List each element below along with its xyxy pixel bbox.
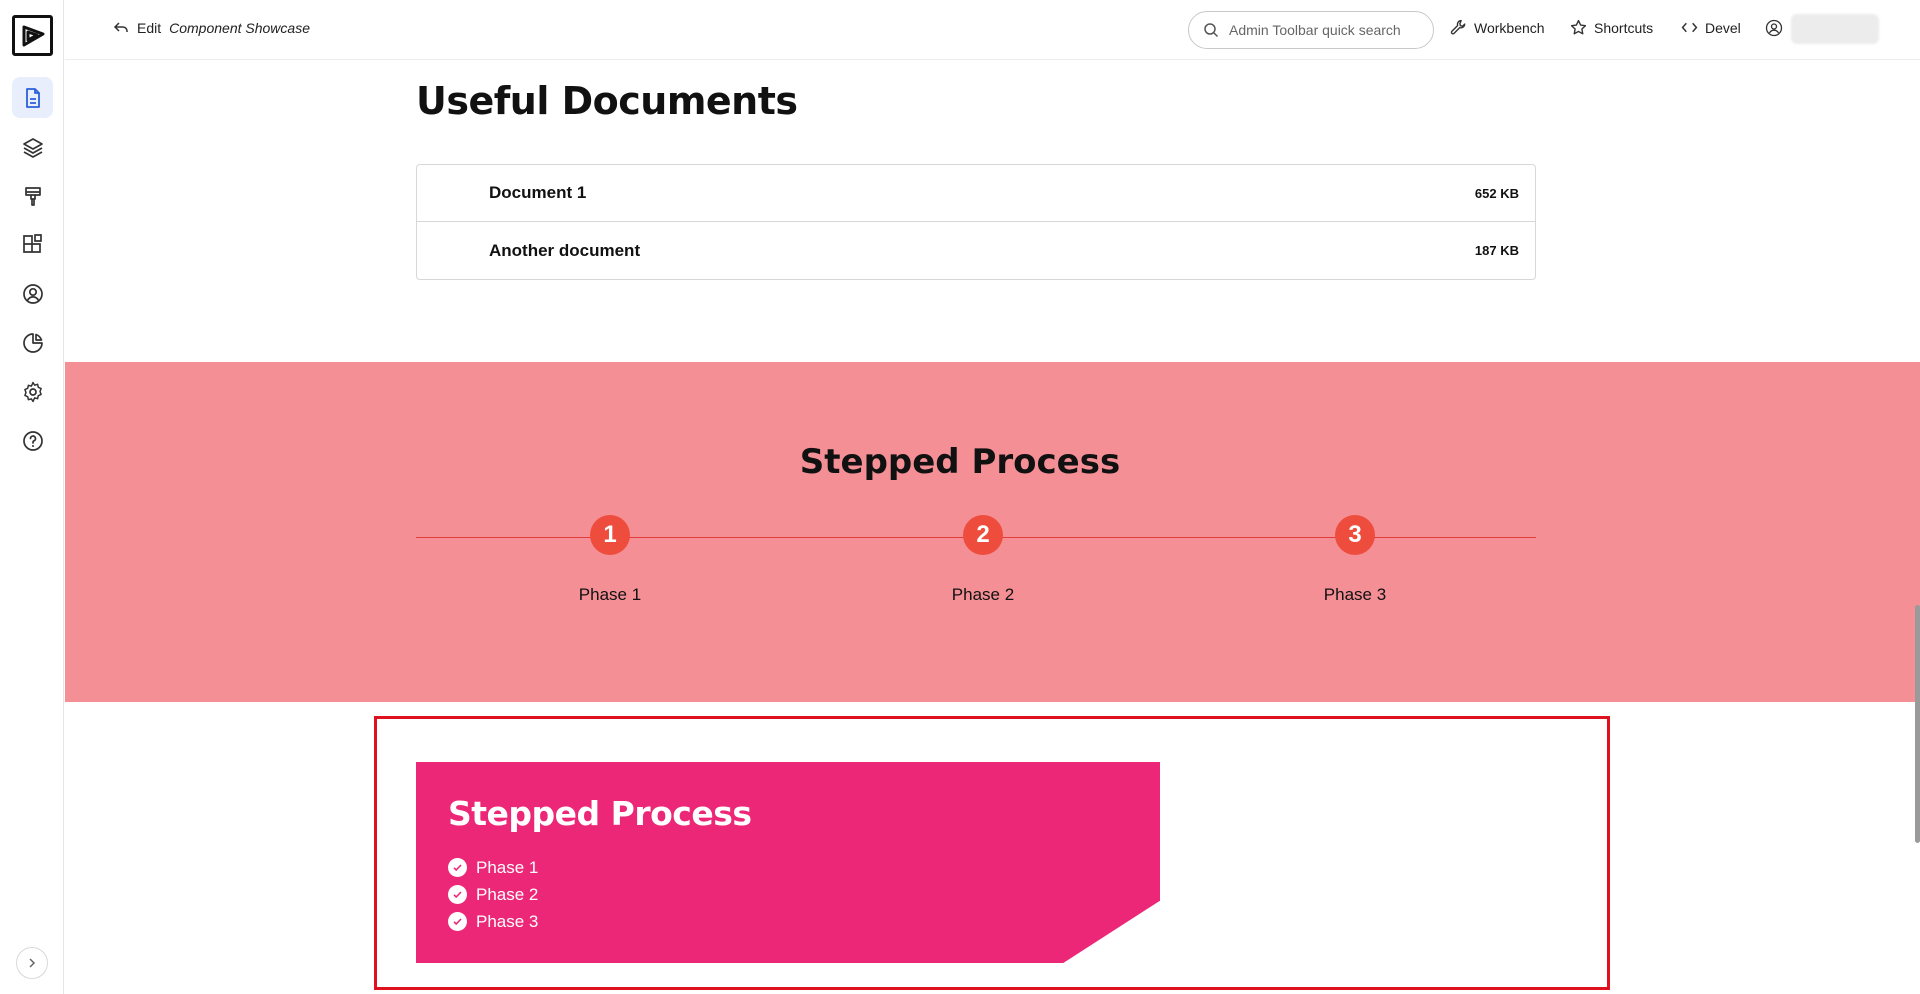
blocks-icon [22,233,42,253]
list-item: Phase 2 [448,881,538,908]
help-icon [22,430,43,451]
workbench-label: Workbench [1474,19,1545,36]
list-item-label: Phase 1 [476,857,539,877]
step-number: 3 [1335,515,1375,555]
sidebar-item-appearance[interactable] [12,175,53,216]
sidebar-item-reports[interactable] [12,322,53,363]
document-size: 187 KB [1474,243,1519,258]
page-content: Useful Documents Document 1 652 KB Anoth… [65,61,1920,994]
document-name[interactable]: Document 1 [489,183,586,203]
search-input[interactable] [1229,22,1419,38]
stepped-process-band: Stepped Process 1 Phase 1 2 Phase 2 3 Ph… [65,362,1920,702]
stepped-card-heading: Stepped Process [448,794,752,833]
step-number: 1 [590,515,630,555]
step-item: 1 Phase 1 [510,515,710,605]
step-label: Phase 2 [951,585,1015,604]
admin-toolbar: Edit Component Showcase Workbench Shortcu… [65,0,1920,60]
document-list: Document 1 652 KB Another document 187 K… [416,164,1536,280]
list-item: Phase 3 [448,908,538,935]
edit-prefix: Edit [137,20,162,36]
devel-label: Devel [1705,19,1741,36]
document-name[interactable]: Another document [489,241,640,261]
shortcuts-link[interactable]: Shortcuts [1570,19,1653,36]
user-account-icon [1765,19,1783,37]
stepped-process-heading: Stepped Process [799,442,1121,482]
search-icon [1204,23,1219,38]
admin-sidebar [0,0,64,994]
document-size: 652 KB [1474,185,1519,201]
sidebar-expand-button[interactable] [16,947,48,979]
list-item: Phase 1 [448,854,538,881]
layers-icon [22,137,43,158]
stepped-card-list: Phase 1 Phase 2 Phase 3 [448,854,538,935]
user-menu[interactable] [1765,19,1783,37]
code-icon [1681,22,1698,33]
step-item: 3 Phase 3 [1255,515,1455,605]
undo-arrow-icon [113,22,128,32]
edit-page-title: Component Showcase [169,20,310,36]
paint-brush-icon [24,186,41,206]
sidebar-item-configuration[interactable] [12,371,53,412]
gear-icon [23,381,42,402]
workbench-link[interactable]: Workbench [1450,19,1545,36]
quick-search[interactable] [1188,11,1434,49]
user-circle-icon [22,283,43,304]
page-scrollbar[interactable] [1915,605,1920,843]
document-row[interactable]: Another document 187 KB [417,222,1535,279]
sidebar-item-help[interactable] [12,420,53,461]
step-label: Phase 1 [578,585,642,604]
redacted-username[interactable] [1791,14,1879,44]
document-icon [25,87,40,108]
sidebar-item-structure[interactable] [12,126,53,167]
check-circle-icon [448,912,467,931]
step-label: Phase 3 [1323,585,1387,604]
star-icon [1570,19,1587,35]
sidebar-item-content[interactable] [12,77,53,118]
wrench-icon [1450,19,1466,35]
check-circle-icon [448,858,467,877]
pie-chart-icon [22,332,43,353]
sidebar-item-extend[interactable] [12,224,53,265]
devel-link[interactable]: Devel [1681,19,1741,36]
document-row[interactable]: Document 1 652 KB [417,165,1535,222]
logo-icon[interactable] [12,15,53,56]
list-item-label: Phase 3 [476,911,539,931]
chevron-right-icon [29,958,36,968]
edit-page-link[interactable]: Edit Component Showcase [113,20,310,36]
check-circle-icon [448,885,467,904]
useful-documents-heading: Useful Documents [416,79,798,123]
shortcuts-label: Shortcuts [1594,19,1654,36]
sidebar-item-people[interactable] [12,273,53,314]
step-item: 2 Phase 2 [883,515,1083,605]
stepped-process-card: Stepped Process Phase 1 Phase 2 Phase 3 [416,762,1160,963]
list-item-label: Phase 2 [476,884,539,904]
step-number: 2 [963,515,1003,555]
